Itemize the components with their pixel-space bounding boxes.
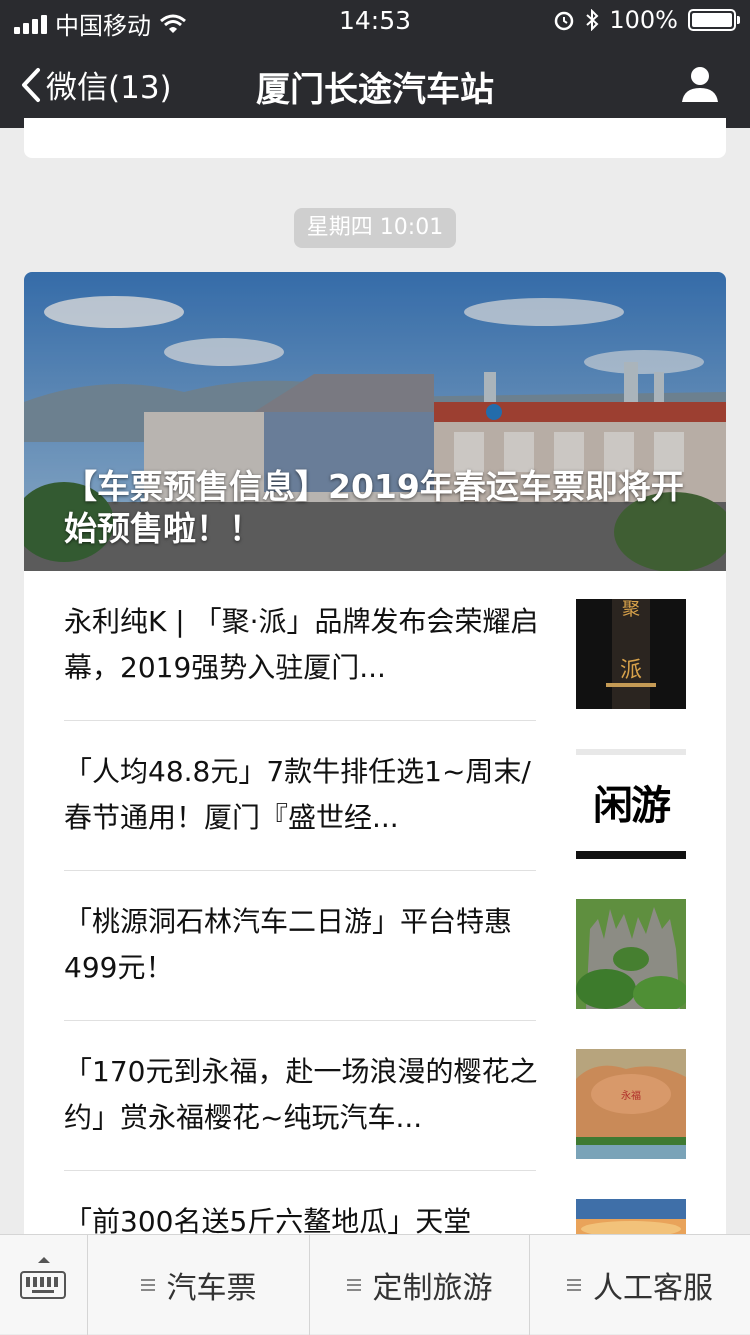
svg-text:聚: 聚 — [622, 599, 640, 620]
keyboard-toggle-button[interactable] — [0, 1235, 88, 1335]
menu-label: 定制旅游 — [372, 1271, 493, 1306]
menu-lines-icon — [567, 1279, 581, 1291]
article-card: 【车票预售信息】2019年春运车票即将开始预售啦！！ 永利纯K | 「聚·派」品… — [24, 272, 726, 1252]
chevron-left-icon — [22, 67, 40, 102]
menu-bus-ticket[interactable]: 汽车票 — [88, 1235, 310, 1335]
back-button[interactable]: 微信(13) — [20, 62, 172, 107]
list-item[interactable]: 「170元到永福，赴一场浪漫的樱花之约」赏永福樱花~纯玩汽车... 永福 — [64, 1021, 686, 1171]
bluetooth-icon — [586, 9, 599, 31]
top-bar: 中国移动 14:53 100% 微信(13) 厦门长途汽车站 — [0, 0, 750, 128]
article-title: 永利纯K | 「聚·派」品牌发布会荣耀启幕，2019强势入驻厦门... — [64, 605, 539, 684]
battery-icon — [688, 9, 740, 31]
nav-bar: 微信(13) 厦门长途汽车站 — [0, 40, 750, 128]
menu-customer-service[interactable]: 人工客服 — [530, 1235, 750, 1335]
previous-message-card[interactable] — [24, 118, 726, 158]
caret-up-icon — [38, 1257, 50, 1263]
bottom-menu: 汽车票 定制旅游 人工客服 — [0, 1234, 750, 1335]
list-item[interactable]: 「桃源洞石林汽车二日游」平台特惠499元！ — [64, 871, 686, 1021]
article-thumbnail: 聚 派 — [576, 599, 686, 709]
keyboard-icon — [20, 1271, 66, 1299]
list-item[interactable]: 永利纯K | 「聚·派」品牌发布会荣耀启幕，2019强势入驻厦门... 聚 派 — [64, 571, 686, 721]
hero-article[interactable]: 【车票预售信息】2019年春运车票即将开始预售啦！！ — [24, 272, 726, 571]
status-bar: 中国移动 14:53 100% — [0, 0, 750, 40]
alarm-icon — [555, 11, 574, 31]
back-label: 微信(13) — [46, 70, 172, 106]
article-thumbnail: 永福 — [576, 1049, 686, 1159]
article-thumbnail: 闲游 — [576, 749, 686, 859]
status-right: 100% — [553, 6, 740, 34]
svg-text:派: 派 — [620, 658, 642, 683]
battery-percent: 100% — [609, 6, 678, 34]
menu-custom-travel[interactable]: 定制旅游 — [310, 1235, 530, 1335]
article-title: 「170元到永福，赴一场浪漫的樱花之约」赏永福樱花~纯玩汽车... — [64, 1055, 538, 1134]
list-item[interactable]: 「人均48.8元」7款牛排任选1~周末/春节通用！厦门『盛世经... 闲游 — [64, 721, 686, 871]
article-thumbnail — [576, 899, 686, 1009]
menu-lines-icon — [346, 1279, 361, 1291]
article-title: 「人均48.8元」7款牛排任选1~周末/春节通用！厦门『盛世经... — [64, 755, 531, 834]
message-timestamp: 星期四 10:01 — [294, 208, 456, 248]
menu-label: 汽车票 — [166, 1271, 257, 1306]
svg-text:永福: 永福 — [621, 1089, 641, 1102]
hero-title: 【车票预售信息】2019年春运车票即将开始预售啦！！ — [64, 467, 684, 548]
profile-icon[interactable] — [680, 64, 720, 104]
thumbnail-text: 闲游 — [593, 783, 671, 829]
article-title: 「桃源洞石林汽车二日游」平台特惠499元！ — [64, 905, 513, 984]
menu-lines-icon — [140, 1279, 155, 1291]
menu-label: 人工客服 — [593, 1271, 713, 1306]
